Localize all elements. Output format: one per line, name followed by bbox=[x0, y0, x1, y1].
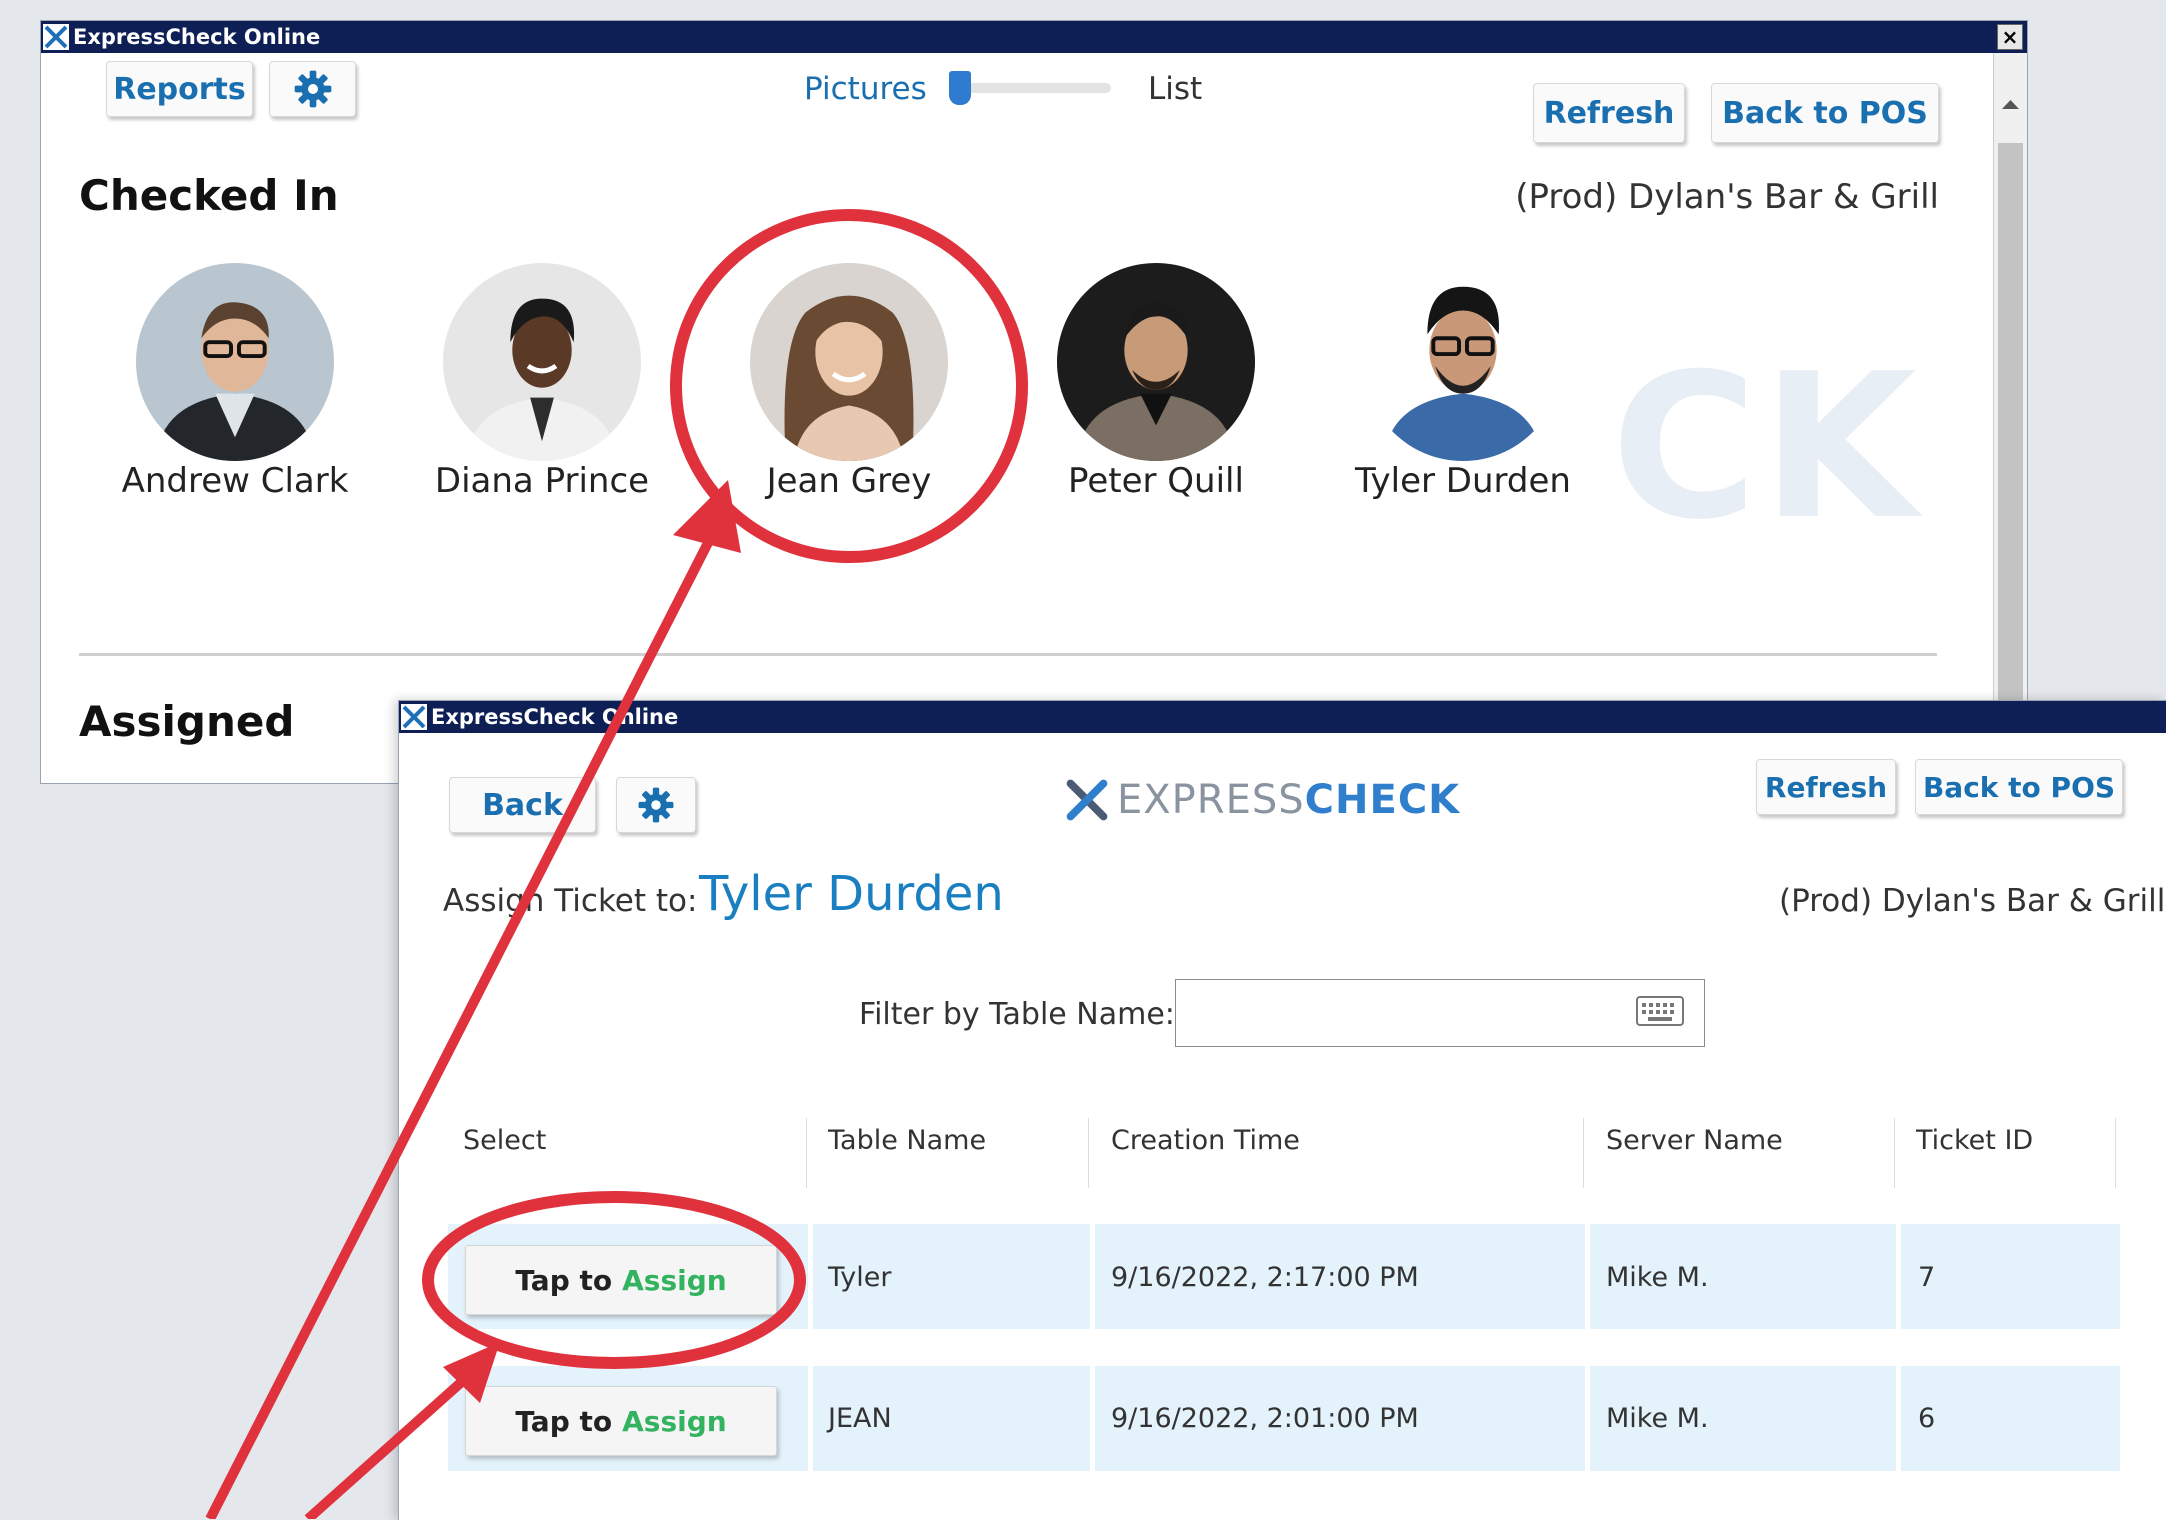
window-title: ExpressCheck Online bbox=[431, 705, 679, 729]
gear-icon bbox=[294, 70, 331, 108]
scroll-up-icon[interactable] bbox=[1994, 89, 2027, 122]
cell-table-name: JEAN bbox=[828, 1403, 892, 1434]
view-toggle-slider[interactable] bbox=[949, 71, 1111, 105]
guest-name-tyler-durden: Tyler Durden bbox=[1355, 461, 1571, 501]
guest-name-diana-prince: Diana Prince bbox=[434, 461, 650, 501]
tap-to-assign-button[interactable]: Tap to Assign bbox=[465, 1386, 777, 1456]
filter-table-name-input[interactable] bbox=[1175, 979, 1705, 1047]
back-to-pos-button-label: Back to POS bbox=[1722, 95, 1928, 131]
column-separator bbox=[806, 1118, 807, 1188]
cell-server-name: Mike M. bbox=[1606, 1403, 1709, 1434]
guest-name-andrew-clark: Andrew Clark bbox=[121, 461, 349, 501]
column-header-server-name: Server Name bbox=[1606, 1125, 1783, 1156]
location-label: (Prod) Dylan's Bar & Grill bbox=[1515, 177, 1939, 217]
cell-table-name: Tyler bbox=[828, 1262, 892, 1293]
column-separator bbox=[1583, 1118, 1584, 1188]
list-view-label[interactable]: List bbox=[1148, 71, 1202, 107]
refresh-button[interactable]: Refresh bbox=[1533, 83, 1685, 143]
checkin-window: ExpressCheck Online × Reports Pictures L… bbox=[40, 20, 2028, 784]
refresh-button[interactable]: Refresh bbox=[1756, 759, 1896, 815]
section-divider bbox=[79, 653, 1937, 656]
assigned-heading: Assigned bbox=[79, 697, 295, 746]
tap-to-assign-button[interactable]: Tap to Assign bbox=[465, 1245, 777, 1315]
window-title: ExpressCheck Online bbox=[73, 25, 321, 49]
cell-divider bbox=[808, 1224, 813, 1329]
watermark-text: CK bbox=[1611, 331, 1921, 564]
gear-icon bbox=[638, 787, 674, 823]
cell-divider bbox=[1090, 1224, 1095, 1329]
location-label: (Prod) Dylan's Bar & Grill bbox=[1779, 883, 2166, 919]
logo-text-express: EXPRESS bbox=[1117, 777, 1305, 823]
checkin-window-titlebar: ExpressCheck Online × bbox=[41, 21, 2027, 53]
tap-to-assign-label-tap: Tap to bbox=[515, 1404, 613, 1438]
back-to-pos-button[interactable]: Back to POS bbox=[1711, 83, 1939, 143]
logo-text-check: CHECK bbox=[1304, 777, 1461, 823]
settings-button[interactable] bbox=[269, 61, 356, 117]
column-separator bbox=[2115, 1118, 2116, 1188]
guest-name-peter-quill: Peter Quill bbox=[1068, 461, 1244, 501]
column-header-table-name: Table Name bbox=[828, 1125, 987, 1156]
column-header-ticket-id: Ticket ID bbox=[1916, 1125, 2034, 1156]
person-photo-icon bbox=[1364, 263, 1562, 461]
refresh-button-label: Refresh bbox=[1543, 95, 1675, 131]
vertical-scrollbar[interactable] bbox=[1993, 53, 2027, 783]
cell-divider bbox=[1896, 1366, 1901, 1471]
tap-to-assign-label-tap: Tap to bbox=[515, 1263, 613, 1297]
person-photo-icon bbox=[443, 263, 641, 461]
back-to-pos-button[interactable]: Back to POS bbox=[1915, 759, 2123, 815]
tap-to-assign-label-assign: Assign bbox=[622, 1404, 727, 1438]
back-button-label: Back bbox=[482, 787, 563, 823]
guest-name-jean-grey: Jean Grey bbox=[766, 461, 932, 501]
close-window-button[interactable]: × bbox=[1997, 24, 2023, 50]
filter-label: Filter by Table Name: bbox=[859, 997, 1175, 1032]
guest-avatar-andrew-clark[interactable] bbox=[136, 263, 334, 461]
cell-divider bbox=[1090, 1366, 1095, 1471]
cell-server-name: Mike M. bbox=[1606, 1262, 1709, 1293]
guest-avatar-tyler-durden[interactable] bbox=[1364, 263, 1562, 461]
expresscheck-x-icon bbox=[43, 24, 69, 50]
column-header-creation-time: Creation Time bbox=[1111, 1125, 1300, 1156]
assigned-guest-name: Tyler Durden bbox=[699, 866, 1004, 922]
cell-divider bbox=[1585, 1224, 1590, 1329]
cell-divider bbox=[1896, 1224, 1901, 1329]
expresscheck-logo: EXPRESSCHECK bbox=[1065, 777, 1460, 823]
refresh-button-label: Refresh bbox=[1764, 770, 1888, 804]
back-button[interactable]: Back bbox=[449, 777, 596, 833]
keyboard-icon[interactable] bbox=[1636, 996, 1684, 1026]
cell-creation-time: 9/16/2022, 2:01:00 PM bbox=[1111, 1403, 1419, 1434]
checked-in-heading: Checked In bbox=[79, 171, 339, 220]
column-separator bbox=[1088, 1118, 1089, 1188]
expresscheck-x-icon bbox=[1066, 779, 1108, 821]
back-to-pos-button-label: Back to POS bbox=[1922, 770, 2116, 804]
assign-ticket-prefix: Assign Ticket to: bbox=[443, 883, 698, 919]
person-photo-icon bbox=[750, 263, 948, 461]
cell-creation-time: 9/16/2022, 2:17:00 PM bbox=[1111, 1262, 1419, 1293]
column-header-select: Select bbox=[463, 1125, 547, 1156]
cell-divider bbox=[1585, 1366, 1590, 1471]
cell-ticket-id: 6 bbox=[1918, 1403, 1936, 1434]
pictures-view-label[interactable]: Pictures bbox=[804, 71, 927, 107]
view-toggle-thumb[interactable] bbox=[949, 71, 971, 105]
tap-to-assign-label-assign: Assign bbox=[622, 1263, 727, 1297]
reports-button[interactable]: Reports bbox=[106, 61, 253, 117]
person-photo-icon bbox=[1057, 263, 1255, 461]
person-photo-icon bbox=[136, 263, 334, 461]
scroll-thumb[interactable] bbox=[1998, 143, 2023, 773]
cell-divider bbox=[808, 1366, 813, 1471]
reports-button-label: Reports bbox=[113, 71, 246, 107]
guest-avatar-jean-grey[interactable] bbox=[750, 263, 948, 461]
guest-avatar-peter-quill[interactable] bbox=[1057, 263, 1255, 461]
column-separator bbox=[1894, 1118, 1895, 1188]
expresscheck-x-icon bbox=[401, 704, 427, 730]
settings-button[interactable] bbox=[616, 777, 696, 833]
cell-ticket-id: 7 bbox=[1918, 1262, 1936, 1293]
guest-avatar-diana-prince[interactable] bbox=[443, 263, 641, 461]
assign-window-titlebar: ExpressCheck Online bbox=[399, 701, 2166, 733]
